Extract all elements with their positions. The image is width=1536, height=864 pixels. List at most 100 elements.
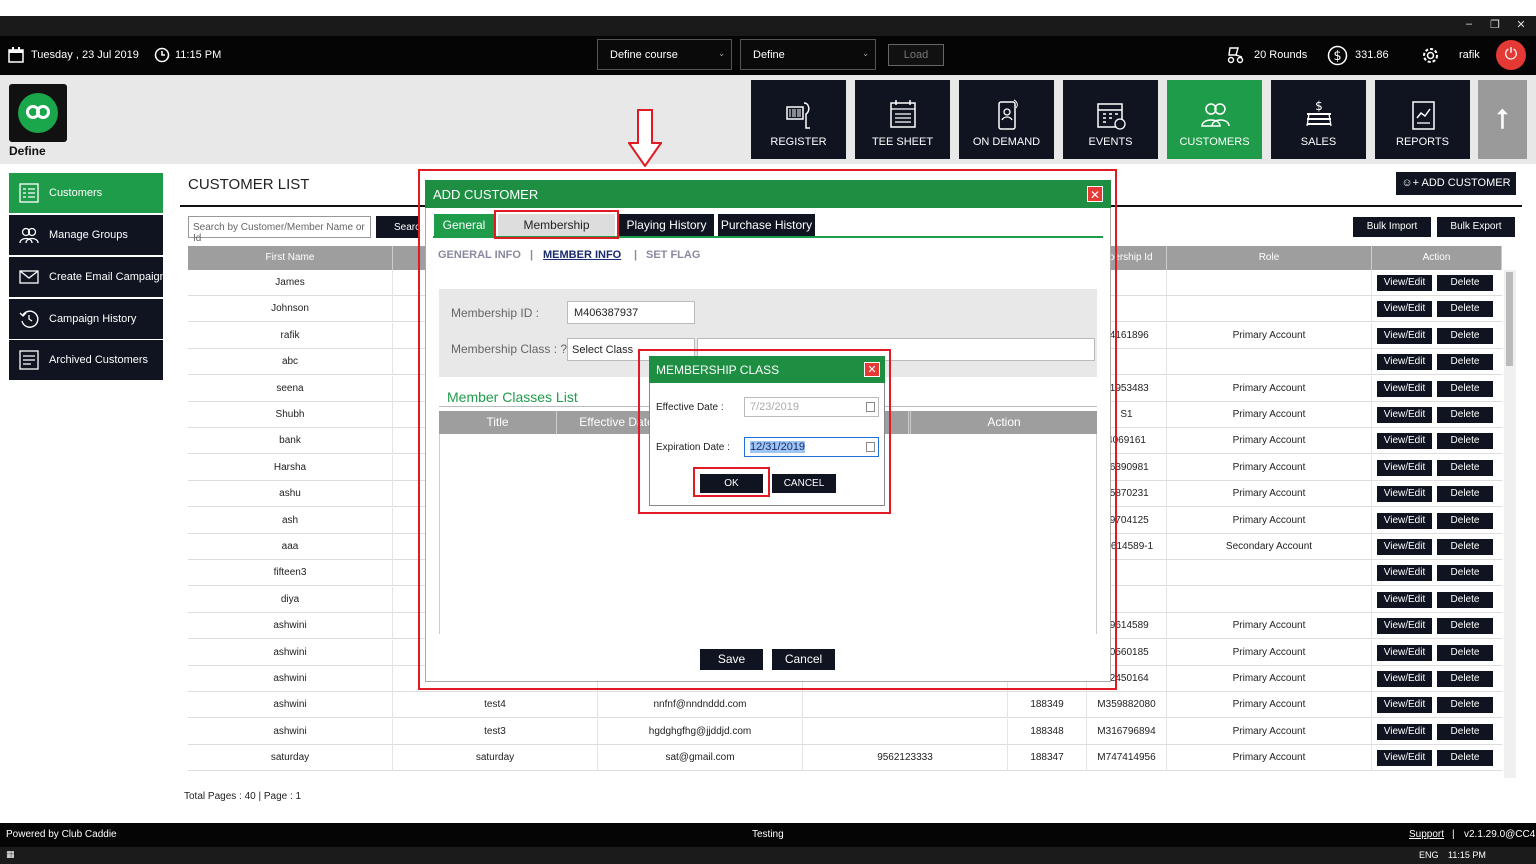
- cell-id: 188347: [1008, 745, 1087, 772]
- power-icon[interactable]: ⏻: [1496, 40, 1526, 70]
- calendar-icon: [1096, 103, 1126, 130]
- user-name[interactable]: rafik: [1459, 49, 1480, 61]
- cell-first: diya: [188, 586, 393, 613]
- envelope-icon: [19, 270, 39, 284]
- minimize-icon[interactable]: –: [1458, 18, 1480, 30]
- tee-sheet-icon: [889, 100, 916, 128]
- delete-button[interactable]: Delete: [1437, 354, 1493, 371]
- view-edit-button[interactable]: View/Edit: [1377, 301, 1432, 318]
- sidebar-item-archived-customers[interactable]: Archived Customers: [9, 340, 163, 380]
- nav-customers-label: CUSTOMERS: [1179, 136, 1250, 148]
- group-icon: [19, 227, 39, 244]
- delete-button[interactable]: Delete: [1437, 380, 1493, 397]
- view-edit-button[interactable]: View/Edit: [1377, 750, 1432, 767]
- delete-button[interactable]: Delete: [1437, 750, 1493, 767]
- add-customer-button[interactable]: ☺+ ADD CUSTOMER: [1396, 172, 1516, 195]
- course-select[interactable]: Define course ⌄: [597, 39, 732, 70]
- nav-reports[interactable]: REPORTS: [1375, 80, 1470, 159]
- delete-button[interactable]: Delete: [1437, 459, 1493, 476]
- cell-role: Secondary Account: [1167, 534, 1372, 560]
- sidebar-item-manage-groups[interactable]: Manage Groups: [9, 215, 163, 255]
- sidebar-item-campaign-history[interactable]: Campaign History: [9, 299, 163, 339]
- delete-button[interactable]: Delete: [1437, 591, 1493, 608]
- reports-icon: [1411, 101, 1435, 130]
- view-edit-button[interactable]: View/Edit: [1377, 565, 1432, 582]
- delete-button[interactable]: Delete: [1437, 671, 1493, 687]
- bulk-import-button[interactable]: Bulk Import: [1353, 217, 1431, 237]
- nav-sales-label: SALES: [1300, 136, 1337, 148]
- view-edit-button[interactable]: View/Edit: [1377, 275, 1432, 291]
- table-scrollbar-thumb[interactable]: [1506, 272, 1513, 366]
- cell-first: ashwini: [188, 692, 393, 719]
- nav-sales[interactable]: $ SALES: [1271, 80, 1366, 159]
- nav-events[interactable]: EVENTS: [1063, 80, 1158, 159]
- delete-button[interactable]: Delete: [1437, 565, 1493, 582]
- delete-button[interactable]: Delete: [1437, 486, 1493, 503]
- view-edit-button[interactable]: View/Edit: [1377, 433, 1432, 450]
- environment-label: Testing: [752, 829, 784, 840]
- sales-icon: $: [1305, 99, 1332, 127]
- cell-id: 188348: [1008, 718, 1087, 745]
- delete-button[interactable]: Delete: [1437, 433, 1493, 450]
- delete-button[interactable]: Delete: [1437, 723, 1493, 740]
- view-edit-button[interactable]: View/Edit: [1377, 644, 1432, 661]
- mobile-phone-icon: [997, 99, 1018, 130]
- delete-button[interactable]: Delete: [1437, 697, 1493, 714]
- scroll-up-arrow-icon[interactable]: ⭡: [1478, 80, 1527, 159]
- cell-first: Shubh: [188, 402, 393, 428]
- windows-start-icon[interactable]: ▦: [6, 849, 15, 860]
- view-edit-button[interactable]: View/Edit: [1377, 486, 1432, 503]
- nav-register[interactable]: REGISTER: [751, 80, 846, 159]
- cell-role: [1167, 560, 1372, 587]
- cell-first: saturday: [188, 745, 393, 772]
- delete-button[interactable]: Delete: [1437, 644, 1493, 661]
- view-edit-button[interactable]: View/Edit: [1377, 697, 1432, 714]
- delete-button[interactable]: Delete: [1437, 275, 1493, 291]
- nav-customers[interactable]: CUSTOMERS: [1167, 80, 1262, 159]
- cell-first: ash: [188, 507, 393, 534]
- view-edit-button[interactable]: View/Edit: [1377, 459, 1432, 476]
- delete-button[interactable]: Delete: [1437, 539, 1493, 555]
- view-edit-button[interactable]: View/Edit: [1377, 723, 1432, 740]
- svg-text:$: $: [1315, 99, 1323, 113]
- view-edit-button[interactable]: View/Edit: [1377, 327, 1432, 344]
- delete-button[interactable]: Delete: [1437, 301, 1493, 318]
- cell-role: [1167, 296, 1372, 323]
- cell-member: M747414956: [1087, 745, 1167, 772]
- delete-button[interactable]: Delete: [1437, 327, 1493, 344]
- nav-tee-sheet[interactable]: TEE SHEET: [855, 80, 950, 159]
- view-edit-button[interactable]: View/Edit: [1377, 407, 1432, 423]
- define-select[interactable]: Define ⌄: [740, 39, 876, 70]
- sidebar-item-customers[interactable]: Customers: [9, 173, 163, 213]
- view-edit-button[interactable]: View/Edit: [1377, 380, 1432, 397]
- bulk-export-button[interactable]: Bulk Export: [1437, 217, 1515, 237]
- sidebar-item-email-campaign[interactable]: Create Email Campaign: [9, 257, 166, 297]
- restore-icon[interactable]: ❐: [1484, 18, 1506, 31]
- cell-role: Primary Account: [1167, 481, 1372, 508]
- archive-icon: [19, 350, 39, 370]
- window-titlebar: [0, 0, 1536, 16]
- load-button[interactable]: Load: [888, 44, 944, 66]
- gear-icon[interactable]: [1420, 45, 1441, 66]
- view-edit-button[interactable]: View/Edit: [1377, 591, 1432, 608]
- search-button[interactable]: Search: [376, 216, 426, 238]
- col-role[interactable]: Role: [1167, 246, 1372, 270]
- view-edit-button[interactable]: View/Edit: [1377, 354, 1432, 371]
- cell-role: Primary Account: [1167, 428, 1372, 455]
- delete-button[interactable]: Delete: [1437, 512, 1493, 529]
- view-edit-button[interactable]: View/Edit: [1377, 618, 1432, 635]
- support-link[interactable]: Support: [1409, 829, 1444, 840]
- view-edit-button[interactable]: View/Edit: [1377, 671, 1432, 687]
- view-edit-button[interactable]: View/Edit: [1377, 512, 1432, 529]
- course-select-value: Define course: [610, 49, 678, 61]
- delete-button[interactable]: Delete: [1437, 407, 1493, 423]
- search-input[interactable]: Search by Customer/Member Name or Id: [188, 216, 371, 244]
- view-edit-button[interactable]: View/Edit: [1377, 539, 1432, 555]
- taskbar-clock: 11:15 PM: [1448, 850, 1486, 860]
- close-window-icon[interactable]: ✕: [1510, 18, 1532, 31]
- nav-on-demand[interactable]: ON DEMAND: [959, 80, 1054, 159]
- col-first-name[interactable]: First Name: [188, 246, 393, 270]
- table-row: ashwini test3 hgdghgfhg@jjddjd.com 188348 M3…: [188, 718, 1502, 745]
- page-title: CUSTOMER LIST: [188, 176, 310, 193]
- delete-button[interactable]: Delete: [1437, 618, 1493, 635]
